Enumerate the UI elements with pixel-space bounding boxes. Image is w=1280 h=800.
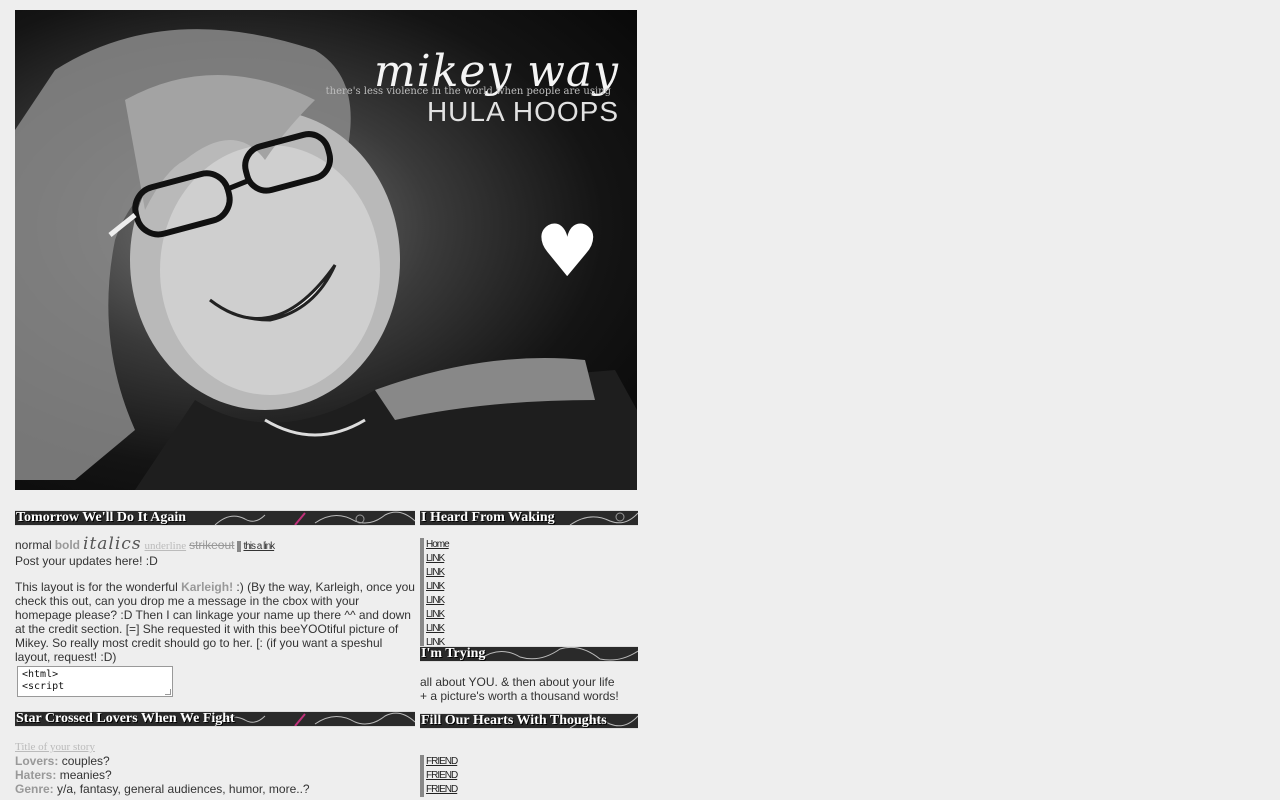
section-title: Fill Our Hearts With Thoughts [421,713,607,728]
story-title-link[interactable]: Title of your story [15,740,415,754]
demo-bold: bold [54,538,81,552]
post-paragraph: This layout is for the wonderful Karleig… [15,580,415,664]
story-lovers: Lovers: couples? [15,754,110,768]
section-bar-side-links: I Heard From Waking [420,510,638,526]
demo-link[interactable]: this a link [237,541,275,552]
section-bar-main-story: Star Crossed Lovers When We Fight [15,711,415,727]
nav-link[interactable]: LINK [426,594,638,608]
demo-italics: italics [83,534,142,554]
friend-link[interactable]: FRIEND [426,769,638,783]
heart-icon: ♥ [535,209,600,293]
friend-links: FRIEND FRIEND FRIEND [420,755,638,797]
nav-link[interactable]: LINK [426,608,638,622]
section-bar-side-about: I'm Trying [420,646,638,662]
friends-list: FRIEND FRIEND FRIEND [420,755,638,797]
section-bar-side-friends: Fill Our Hearts With Thoughts [420,713,638,729]
demo-normal: normal [15,538,52,552]
nav-link[interactable]: LINK [426,552,638,566]
demo-strikeout: strikeout [189,538,235,552]
nav-link[interactable]: LINK [426,622,638,636]
header-banner-image: mikey way there's less violence in the w… [15,10,637,490]
about-content: all about YOU. & then about your life + … [420,675,638,703]
about-line: all about YOU. & then about your life [420,675,615,689]
section-title: Star Crossed Lovers When We Fight [16,711,235,726]
post-updates-line: Post your updates here! :D [15,554,158,568]
demo-underline: underline [144,540,187,552]
nav-link[interactable]: LINK [426,580,638,594]
section-title: I'm Trying [421,646,486,661]
header-branding: mikey way there's less violence in the w… [326,50,619,127]
nav-list: Home LINK LINK LINK LINK LINK LINK LINK [420,538,638,650]
text-style-demo: normal bold italics underline strikeout this … [15,534,415,554]
nav-link[interactable]: LINK [426,566,638,580]
nav-links: Home LINK LINK LINK LINK LINK LINK LINK [420,538,638,650]
friend-link[interactable]: FRIEND [426,783,638,797]
resize-grip-icon[interactable] [165,689,171,695]
updates-content: normal bold italics underline strikeout this … [15,534,415,697]
friend-link[interactable]: FRIEND [426,755,638,769]
section-bar-main-updates: Tomorrow We'll Do It Again [15,510,415,526]
about-line: + a picture's worth a thousand words! [420,689,619,703]
section-title: I Heard From Waking [421,510,555,525]
story-content: Title of your story Lovers: couples? Hat… [15,740,415,796]
story-genre: Genre: y/a, fantasy, general audiences, … [15,782,310,796]
code-textarea[interactable]: <html> <script [17,666,173,697]
karleigh-name: Karleigh! [181,580,234,594]
section-title: Tomorrow We'll Do It Again [16,510,187,525]
site-subtitle: HULA HOOPS [426,96,619,127]
nav-link-home[interactable]: Home [426,538,638,552]
story-haters: Haters: meanies? [15,768,112,782]
